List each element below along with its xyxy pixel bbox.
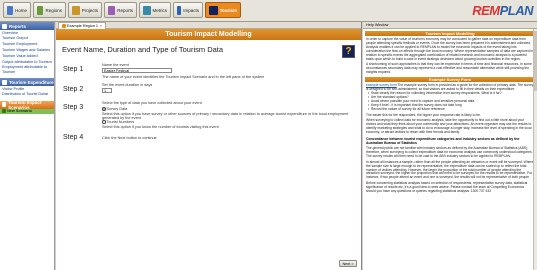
help-para-4: The easier this for the respondent, the …	[366, 112, 481, 117]
event-name-label: Name the event	[102, 63, 129, 67]
main-panel: Example Region 1 × Tourism Impact Modell…	[56, 22, 362, 270]
tab-impacts-label: Impacts	[183, 7, 199, 13]
radio-survey-data[interactable]: Survey Data	[102, 107, 127, 111]
main-tabbar: Example Region 1 ×	[56, 22, 361, 29]
reports-header[interactable]: Reports	[0, 22, 54, 30]
folder-icon	[72, 5, 80, 15]
left-sidebar: Reports Overview Tourism Output Tourism …	[0, 22, 55, 270]
tab-example-region-label: Example Region 1	[67, 24, 99, 28]
help-para-1: In order to capture the value of tourism…	[366, 37, 534, 61]
tab-tourism[interactable]: Tourism	[205, 2, 241, 18]
logo-part-b: PLAN	[499, 3, 534, 18]
help-pane: Help Window Tourism Impact Modelling In …	[363, 22, 537, 270]
impact-icon	[177, 5, 182, 15]
help-title-bar: Tourism Impact Modelling	[365, 31, 535, 36]
help-para-6: The general public are not familiar with…	[366, 146, 533, 158]
scenarios-header-label: Tourism Impact Scenarios	[8, 99, 42, 110]
tab-home-label: Home	[14, 7, 27, 13]
new-scenario-label: New Scenario	[7, 109, 32, 114]
reports-icon	[2, 23, 7, 29]
tab-home[interactable]: Home	[3, 2, 31, 18]
map-icon	[37, 5, 44, 15]
tab-regions-label: Regions	[45, 7, 62, 13]
next-button[interactable]: Next >	[339, 260, 357, 267]
concordance-subheading: Concordance between tourist expenditure …	[366, 137, 520, 146]
tab-example-region[interactable]: Example Region 1 ×	[58, 22, 107, 29]
step-4-label: Step 4	[63, 134, 84, 141]
tab-metrics-label: Metrics	[152, 7, 168, 13]
close-icon[interactable]: ×	[100, 24, 102, 28]
tourist-numbers-note: Select this option if you know the numbe…	[102, 125, 219, 129]
reports-header-label: Reports	[9, 23, 27, 29]
help-tab[interactable]: Help Window	[363, 22, 537, 29]
next-instruction: Click the Next button to continue	[102, 136, 157, 140]
chart-icon	[143, 5, 151, 15]
tab-projects[interactable]: Projects	[68, 2, 102, 18]
event-name-input[interactable]	[102, 68, 172, 73]
help-para-5: When surveying to collect data for econo…	[366, 118, 532, 135]
duration-label: Set the event duration in days	[102, 83, 153, 87]
house-icon	[7, 5, 13, 15]
expenditure-header-label: Tourism Expenditure	[9, 79, 54, 85]
region-icon	[62, 24, 66, 28]
report-icon	[108, 5, 116, 15]
tab-projects-label: Projects	[81, 7, 98, 13]
expenditure-header[interactable]: Tourism Expenditure	[0, 78, 54, 87]
radio-tourist-dot[interactable]	[102, 120, 106, 124]
data-type-label: Select the type of data you have collect…	[102, 101, 202, 105]
nav-tourism-wages[interactable]: Tourism Wages and Salaries	[0, 47, 54, 53]
help-bullets: State clearly the reason for collecting …	[363, 91, 537, 112]
logo-part-a: REM	[472, 3, 500, 18]
event-name-note: The name of your event identifies the To…	[102, 75, 265, 79]
help-para-7: In almost all instances a sample, rather…	[366, 159, 534, 180]
title-band: Tourism Impact Modelling	[56, 29, 361, 40]
scenarios-header[interactable]: Tourism Impact Scenarios	[0, 99, 54, 110]
duration-input[interactable]	[102, 88, 112, 93]
tourist-numbers-label: Tourist Numbers	[106, 120, 135, 124]
plus-icon	[2, 109, 6, 114]
top-toolbar: Home Regions Projects Reports Metrics Im…	[0, 0, 537, 22]
help-icon[interactable]: ?	[342, 45, 355, 58]
tab-impacts[interactable]: Impacts	[173, 2, 203, 18]
radio-survey-dot[interactable]	[102, 107, 106, 111]
radio-tourist-numbers[interactable]: Tourist Numbers	[102, 120, 134, 124]
help-scrollbar[interactable]	[533, 29, 537, 270]
tab-reports[interactable]: Reports	[104, 2, 137, 18]
nav-employment-attributable[interactable]: Employment attributable to Tourism	[0, 65, 54, 75]
step-2-label: Step 2	[63, 86, 84, 93]
remplan-logo: REMPLAN	[472, 3, 533, 18]
nav-distribution[interactable]: Distribution of Tourist Dollar	[0, 92, 54, 98]
survey-data-note: Select this option if you have survey or…	[102, 112, 349, 120]
step-3-label: Step 3	[63, 104, 84, 111]
tab-metrics[interactable]: Metrics	[139, 2, 171, 18]
help-glyph: ?	[345, 46, 352, 57]
tab-regions[interactable]: Regions	[33, 2, 66, 18]
scenario-icon	[2, 102, 7, 108]
help-para-2: A shortcoming of such approaches is that…	[366, 62, 532, 75]
survey-data-label: Survey Data	[106, 107, 128, 111]
tab-tourism-label: Tourism	[219, 7, 237, 13]
expenditure-icon	[2, 79, 7, 85]
tourism-icon	[209, 5, 218, 15]
tab-reports-label: Reports	[117, 7, 133, 13]
step-1-label: Step 1	[63, 66, 84, 73]
survey-title-bar: Example Survey Form	[365, 77, 535, 83]
nav-output-attributable[interactable]: Output attributable to Tourism	[0, 59, 54, 65]
page-title: Event Name, Duration and Type of Tourism…	[62, 45, 224, 54]
bullet-item: Record the nature of survey for all futu…	[368, 107, 537, 112]
help-para-8: Before concerning statistical analysis b…	[366, 181, 528, 194]
